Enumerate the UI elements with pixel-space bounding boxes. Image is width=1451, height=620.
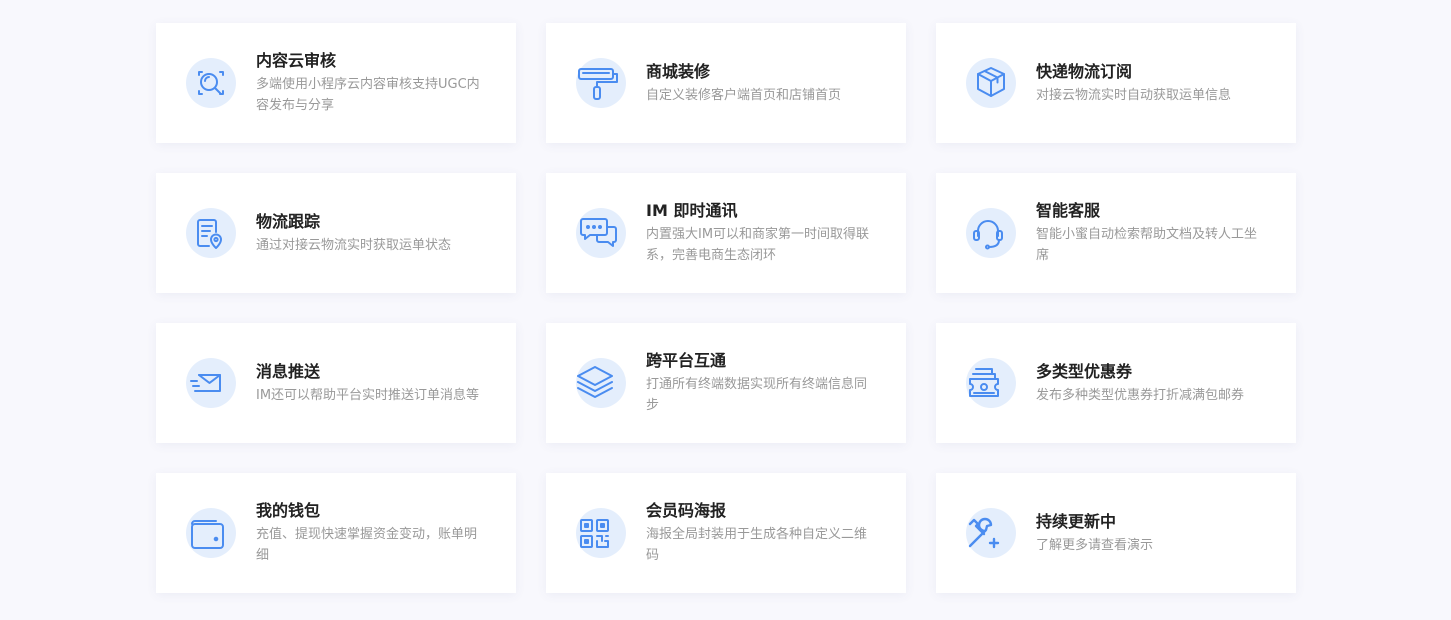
feature-desc: IM还可以帮助平台实时推送订单消息等: [256, 387, 480, 403]
feature-card-instant-messaging[interactable]: IM 即时通讯 内置强大IM可以和商家第一时间取得联系，完善电商生态闭环: [546, 173, 906, 293]
feature-card-express-subscription[interactable]: 快递物流订阅 对接云物流实时自动获取运单信息: [936, 23, 1296, 143]
feature-title: 商城装修: [646, 61, 711, 81]
feature-title: 会员码海报: [646, 501, 727, 520]
content-review-icon: [186, 58, 236, 108]
feature-card-coupons[interactable]: 多类型优惠券 发布多种类型优惠券打折减满包邮券: [936, 323, 1296, 443]
feature-title: 内容云审核: [256, 51, 337, 70]
coupon-icon: [966, 358, 1016, 408]
feature-desc: 了解更多请查看演示: [1036, 537, 1154, 553]
feature-card-content-review[interactable]: 内容云审核 多端使用小程序云内容审核支持UGC内容发布与分享: [156, 23, 516, 143]
feature-card-store-decoration[interactable]: 商城装修 自定义装修客户端首页和店铺首页: [546, 23, 906, 143]
feature-title: 持续更新中: [1036, 511, 1117, 531]
feature-desc: 通过对接云物流实时获取运单状态: [256, 237, 452, 253]
feature-title: 我的钱包: [256, 501, 321, 520]
feature-title: 物流跟踪: [256, 211, 321, 231]
layers-icon: [576, 358, 626, 408]
feature-title: 智能客服: [1036, 201, 1101, 220]
feature-desc: 海报全局封装用于生成各种自定义二维码: [646, 527, 868, 563]
logistics-tracking-icon: [186, 208, 236, 258]
feature-card-cross-platform[interactable]: 跨平台互通 打通所有终端数据实现所有终端信息同步: [546, 323, 906, 443]
chat-bubbles-icon: [576, 208, 626, 258]
feature-desc: 多端使用小程序云内容审核支持UGC内容发布与分享: [256, 77, 480, 113]
wallet-icon: [186, 508, 236, 558]
feature-card-member-poster[interactable]: 会员码海报 海报全局封装用于生成各种自定义二维码: [546, 473, 906, 593]
envelope-send-icon: [186, 358, 236, 408]
feature-desc: 内置强大IM可以和商家第一时间取得联系，完善电商生态闭环: [646, 227, 870, 263]
feature-grid: 内容云审核 多端使用小程序云内容审核支持UGC内容发布与分享 商城装修 自定义装…: [156, 23, 1296, 593]
feature-desc: 智能小蜜自动检索帮助文档及转人工坐席: [1036, 227, 1258, 263]
feature-title: IM 即时通讯: [646, 201, 738, 220]
wrench-plus-icon: [966, 508, 1016, 558]
feature-desc: 打通所有终端数据实现所有终端信息同步: [646, 377, 868, 413]
feature-card-logistics-tracking[interactable]: 物流跟踪 通过对接云物流实时获取运单状态: [156, 173, 516, 293]
headset-icon: [966, 208, 1016, 258]
feature-desc: 对接云物流实时自动获取运单信息: [1036, 87, 1232, 103]
feature-card-wallet[interactable]: 我的钱包 充值、提现快速掌握资金变动，账单明细: [156, 473, 516, 593]
feature-title: 多类型优惠券: [1036, 361, 1133, 381]
feature-title: 消息推送: [256, 361, 321, 381]
feature-desc: 充值、提现快速掌握资金变动，账单明细: [256, 527, 478, 563]
qr-code-icon: [576, 508, 626, 558]
feature-title: 快递物流订阅: [1036, 61, 1133, 81]
feature-card-message-push[interactable]: 消息推送 IM还可以帮助平台实时推送订单消息等: [156, 323, 516, 443]
feature-title: 跨平台互通: [646, 351, 727, 370]
feature-card-smart-service[interactable]: 智能客服 智能小蜜自动检索帮助文档及转人工坐席: [936, 173, 1296, 293]
feature-desc: 发布多种类型优惠券打折减满包邮券: [1036, 387, 1245, 403]
feature-card-continuous-updates[interactable]: 持续更新中 了解更多请查看演示: [936, 473, 1296, 593]
feature-desc: 自定义装修客户端首页和店铺首页: [646, 87, 842, 103]
paint-roller-icon: [576, 58, 626, 108]
package-box-icon: [966, 58, 1016, 108]
